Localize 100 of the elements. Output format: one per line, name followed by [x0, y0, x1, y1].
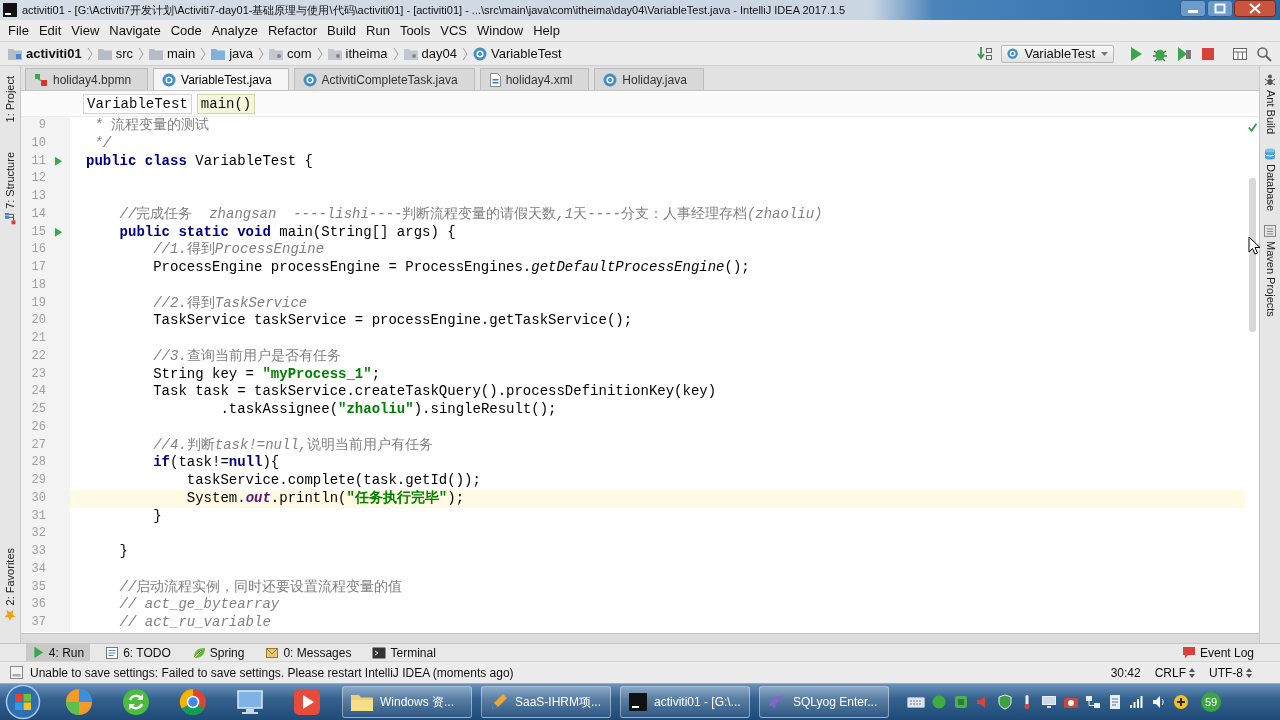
folder-icon — [8, 47, 22, 60]
code-line: System.out.println("任务执行完毕"); — [186, 489, 465, 506]
editor-tab[interactable]: holiday4.bpmn — [25, 68, 149, 90]
tool-window-button[interactable]: 7: Structure — [4, 152, 16, 226]
tool-window-button[interactable]: Spring — [185, 644, 251, 661]
folder-icon — [269, 47, 284, 60]
menu-item[interactable]: Analyze — [206, 21, 263, 40]
menu-item[interactable]: Tools — [394, 21, 436, 40]
pen-icon — [490, 693, 508, 711]
menu-item[interactable]: Run — [361, 21, 395, 40]
menu-item[interactable]: Help — [528, 21, 565, 40]
editor-tab[interactable]: holiday4.xml — [479, 68, 590, 90]
editor-tab[interactable]: ActivitiCompleteTask.java — [293, 68, 475, 90]
list-icon — [105, 645, 120, 660]
code-breadcrumb[interactable]: main() — [196, 93, 256, 114]
run-gutter-icon[interactable] — [52, 227, 64, 238]
breadcrumb[interactable]: activiti01 — [8, 47, 82, 60]
line-number: 35 — [31, 579, 46, 594]
menu-item[interactable]: Refactor — [262, 21, 323, 40]
menu-item[interactable]: VCS — [435, 21, 472, 40]
run-config-dropdown[interactable]: VariableTest — [1001, 44, 1114, 63]
play-icon[interactable] — [292, 687, 322, 717]
tool-window-button[interactable]: Terminal — [366, 644, 442, 661]
refresh-icon[interactable] — [121, 687, 151, 717]
tool-window-button[interactable]: Database — [1264, 148, 1276, 212]
folder-icon — [403, 47, 418, 60]
speaker-icon[interactable] — [1151, 694, 1167, 710]
grid-icon[interactable] — [1232, 45, 1248, 62]
search-icon[interactable] — [1256, 45, 1272, 62]
shield-icon[interactable] — [997, 694, 1013, 710]
stop-icon[interactable] — [1200, 45, 1216, 62]
close-button[interactable] — [1234, 0, 1276, 17]
menu-item[interactable]: File — [3, 21, 34, 40]
taskbar-button[interactable]: SaaS-IHRM项... — [481, 686, 611, 718]
breadcrumb[interactable]: day04 — [403, 47, 457, 60]
maximize-button[interactable] — [1207, 0, 1233, 17]
line-number: 25 — [31, 402, 46, 416]
updown-arrows-icon — [1246, 667, 1252, 678]
tool-window-button[interactable]: 0: Messages — [259, 644, 358, 661]
tool-window-button[interactable]: 4: Run — [26, 644, 91, 661]
terminal-icon — [372, 645, 387, 660]
tool-window-button[interactable]: 2: Favorites — [4, 547, 16, 621]
code-comment: //3.查询当前用户是否有任务 — [153, 347, 341, 364]
run-gutter-icon[interactable] — [52, 156, 64, 167]
tool-window-button[interactable]: Ant Build — [1264, 74, 1276, 135]
monitor-icon[interactable] — [235, 687, 265, 717]
keyboard-icon[interactable] — [907, 695, 925, 709]
code-comment: //启动流程实例，同时还要设置流程变量的值 — [119, 578, 403, 595]
play-bar-icon[interactable] — [1176, 45, 1192, 62]
line-number: 17 — [31, 260, 46, 274]
code-breadcrumb[interactable]: VariableTest — [83, 93, 192, 114]
menu-item[interactable]: Code — [165, 21, 207, 40]
line-number: 10 — [31, 135, 46, 150]
arrow-down-icon[interactable] — [977, 45, 994, 62]
run-icon[interactable] — [1128, 45, 1144, 62]
tool-window-button[interactable]: Maven Projects — [1264, 225, 1276, 317]
ball-icon[interactable] — [64, 687, 94, 717]
breadcrumb[interactable]: com — [269, 47, 312, 60]
tile-icon[interactable] — [953, 694, 969, 710]
plus-icon[interactable] — [1173, 694, 1189, 710]
line-number: 24 — [31, 384, 46, 399]
menu-item[interactable]: Build — [322, 21, 361, 40]
box-icon — [1264, 225, 1276, 238]
tool-window-button[interactable]: 1: Project — [4, 76, 16, 123]
taskbar-button[interactable]: activiti01 - [G:\... — [620, 686, 750, 718]
start-button[interactable] — [4, 684, 42, 720]
ring-icon — [472, 46, 487, 61]
event-log-button[interactable]: Event Log — [1175, 644, 1260, 661]
editor-tab[interactable]: Holiday.java — [594, 68, 704, 90]
breadcrumb[interactable]: itheima — [327, 47, 388, 60]
signal-bars-icon[interactable] — [1129, 694, 1145, 710]
line-number: 18 — [31, 277, 46, 292]
line-number: 21 — [31, 331, 46, 345]
minimize-button[interactable] — [1180, 0, 1206, 17]
line-separator-selector[interactable]: CRLF — [1154, 666, 1195, 679]
breadcrumb[interactable]: main — [149, 47, 196, 60]
chevron-icon — [316, 46, 323, 61]
breadcrumb[interactable]: src — [97, 47, 133, 60]
editor-tab[interactable]: VariableTest.java — [153, 68, 289, 90]
tree-icon — [4, 213, 16, 226]
caret-position[interactable]: 30:42 — [1110, 663, 1141, 682]
encoding-selector[interactable]: UTF-8 — [1209, 666, 1252, 679]
breadcrumb[interactable]: VariableTest — [472, 46, 562, 61]
status-message: Unable to save settings: Failed to save settings. Please restart IntelliJ IDEA (moments ago) — [30, 664, 514, 682]
menu-item[interactable]: View — [66, 21, 105, 40]
taskbar-button[interactable]: Windows 资... — [342, 686, 472, 718]
color-wheel-icon[interactable] — [178, 687, 208, 717]
ball-icon[interactable] — [931, 694, 947, 710]
code-line: .taskAssignee("zhaoliu").singleResult(); — [220, 401, 557, 417]
taskbar-button[interactable]: SQLyog Enter... — [759, 686, 889, 718]
scrollbar-thumb[interactable] — [1248, 178, 1256, 332]
menu-item[interactable]: Edit — [33, 21, 67, 40]
square-icon[interactable] — [10, 666, 23, 679]
breadcrumb[interactable]: java — [211, 47, 254, 60]
menu-item[interactable]: Navigate — [104, 21, 166, 40]
menu-item[interactable]: Window — [471, 21, 529, 40]
document-icon[interactable] — [1107, 694, 1123, 710]
monitor-icon[interactable] — [1041, 694, 1057, 710]
network-icon[interactable] — [1085, 694, 1101, 710]
tool-window-button[interactable]: 6: TODO — [99, 644, 177, 661]
